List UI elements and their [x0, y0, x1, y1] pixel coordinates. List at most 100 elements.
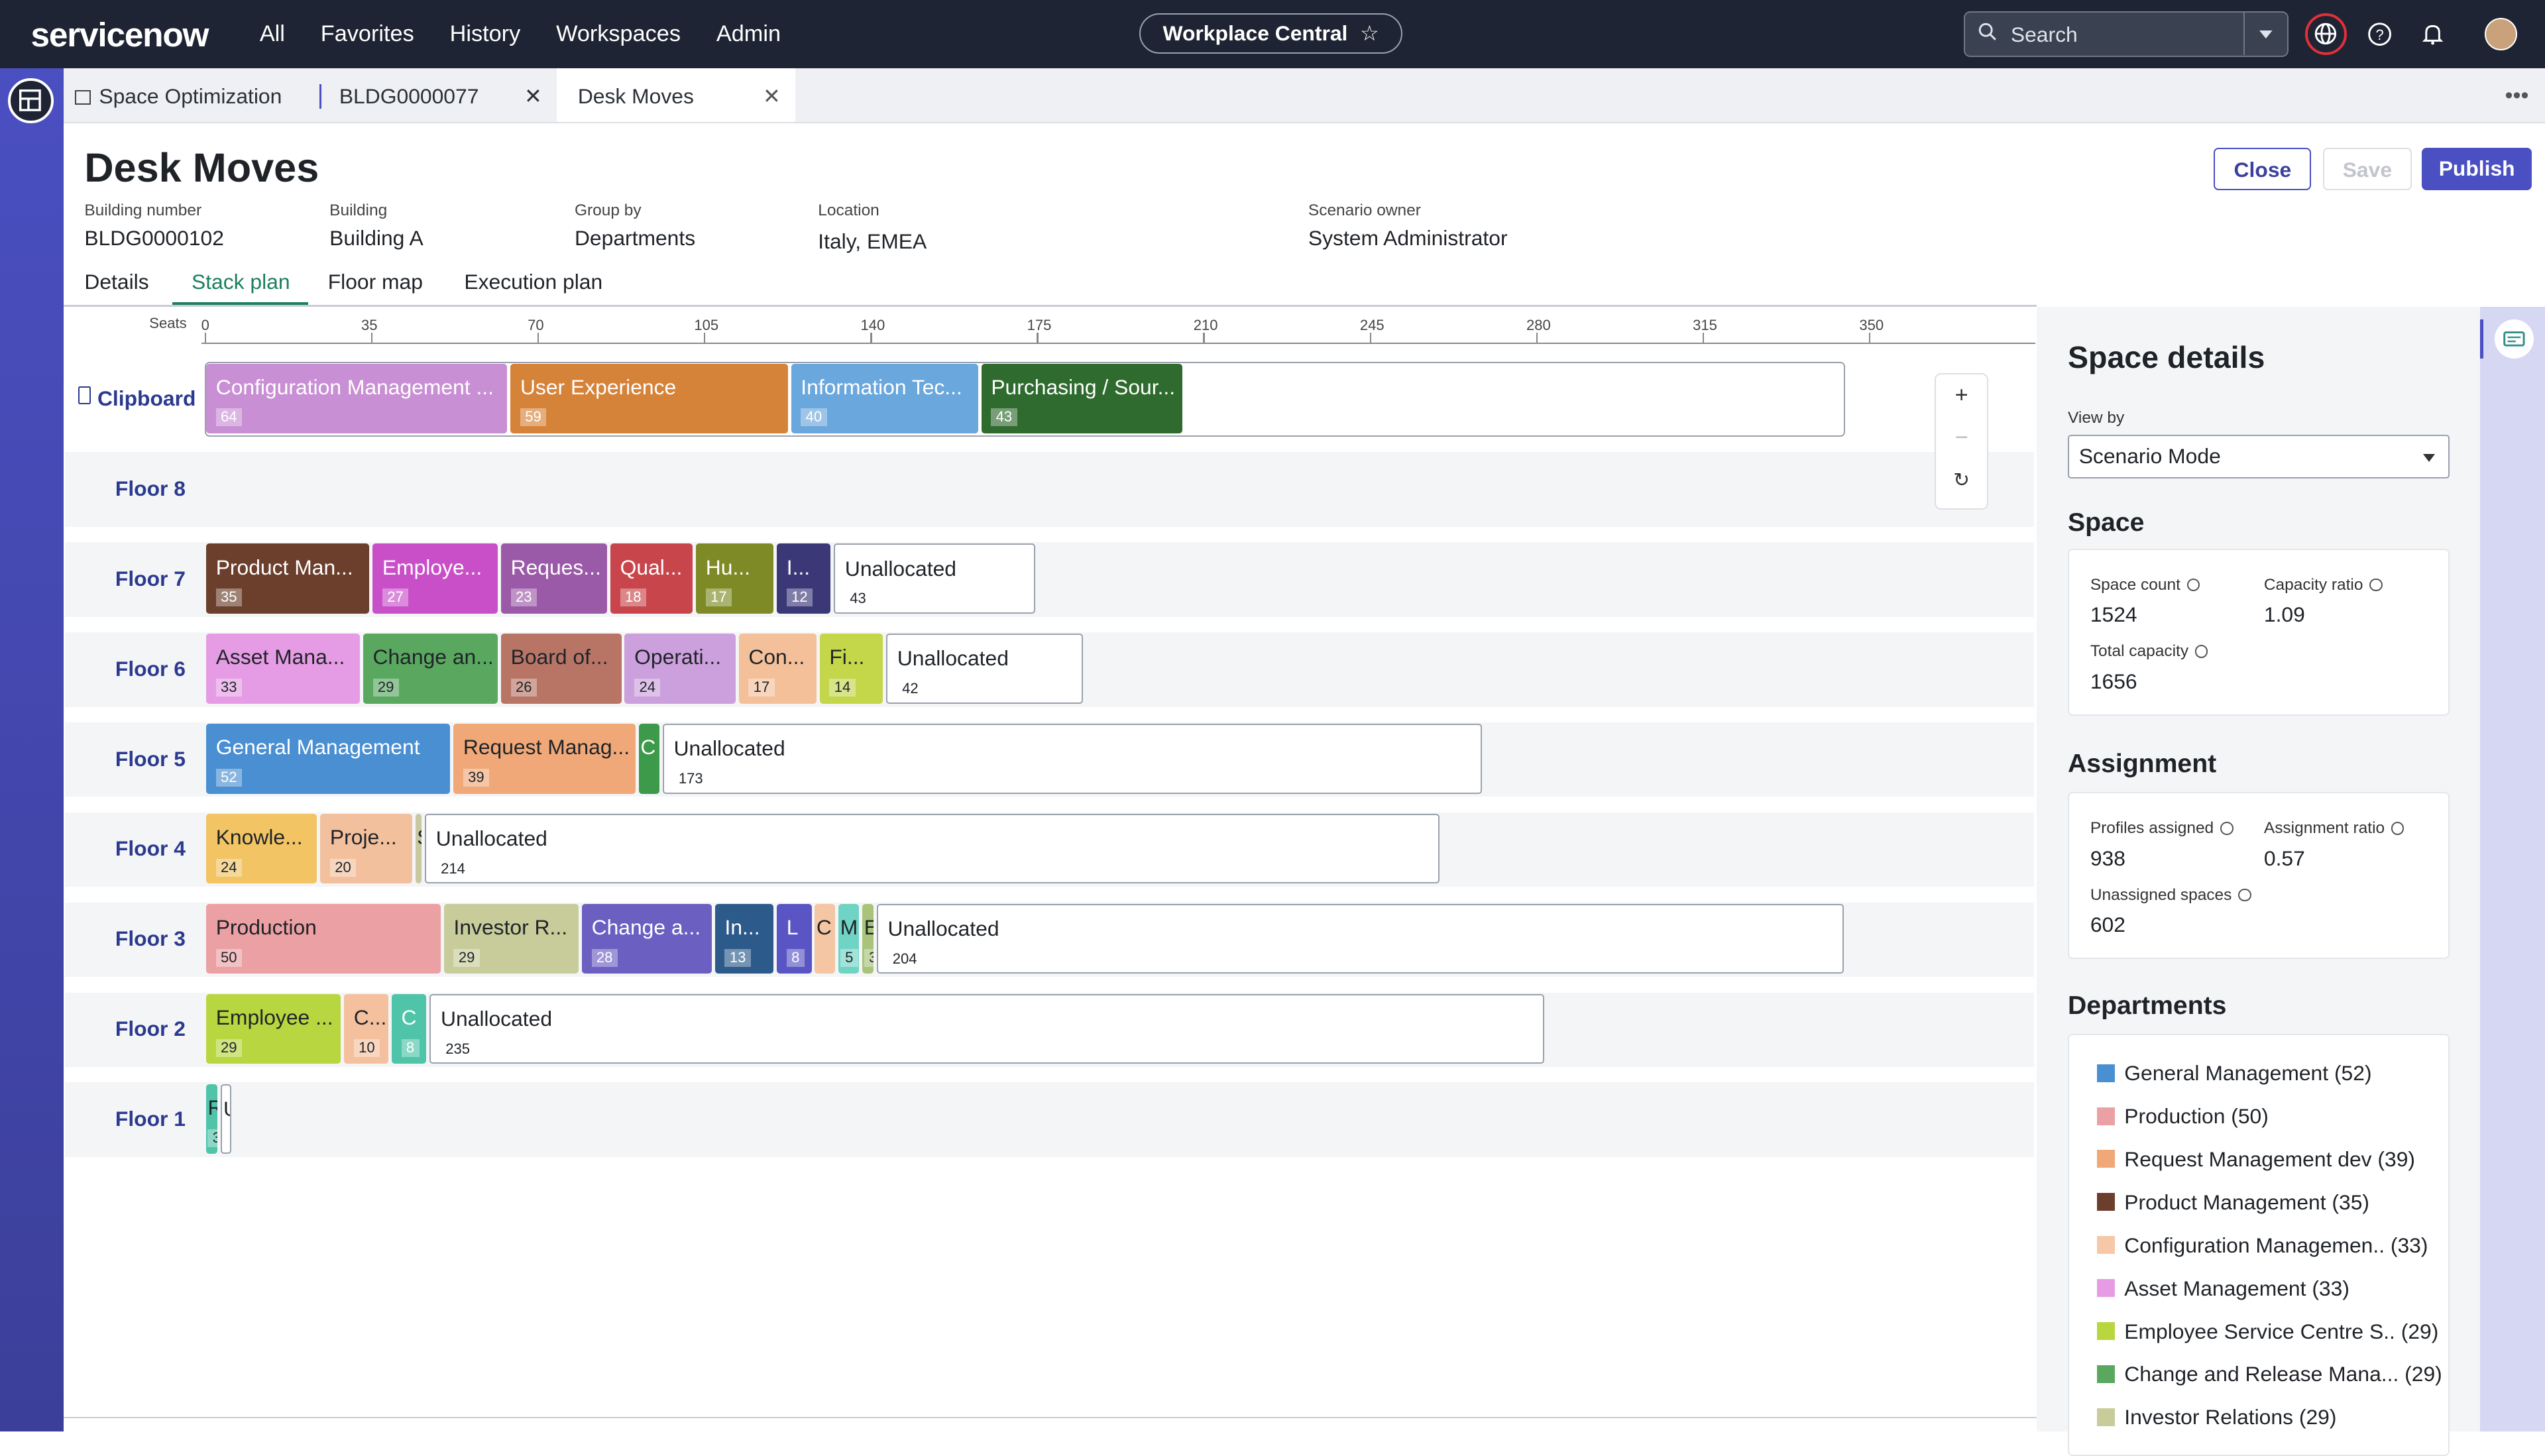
department-block[interactable]: Asset Mana...33 — [206, 634, 360, 703]
unallocated-block[interactable]: Unallocated43 — [834, 543, 1035, 613]
unallocated-block[interactable]: U — [221, 1084, 232, 1154]
block-name: M — [840, 915, 860, 940]
unallocated-block[interactable]: Unallocated42 — [886, 634, 1082, 703]
tab-floor-map[interactable]: Floor map — [328, 270, 423, 294]
department-block[interactable]: Board of...26 — [501, 634, 622, 703]
department-block[interactable]: I...12 — [777, 543, 830, 613]
department-block[interactable]: Operati...24 — [624, 634, 735, 703]
department-block[interactable]: Employee ...29 — [206, 994, 341, 1064]
department-legend-item[interactable]: Change and Release Mana... (29) — [2097, 1362, 2442, 1386]
department-block[interactable]: Purchasing / Sour...43 — [982, 364, 1183, 433]
department-label: Change and Release Mana... (29) — [2124, 1362, 2442, 1386]
view-by-select[interactable]: Scenario Mode — [2068, 435, 2450, 478]
department-legend-item[interactable]: Production (50) — [2097, 1104, 2269, 1129]
bell-icon[interactable] — [2420, 21, 2446, 47]
floor-label[interactable]: Floor 2 — [115, 1017, 186, 1041]
tab-details[interactable]: Details — [84, 270, 148, 294]
workspace-pill[interactable]: Workplace Central ☆ — [1139, 13, 1402, 54]
close-button[interactable]: Close — [2214, 148, 2311, 190]
servicenow-logo[interactable]: servicenow — [31, 15, 209, 54]
user-avatar[interactable] — [2485, 18, 2517, 50]
info-icon[interactable] — [2238, 889, 2251, 902]
department-legend-item[interactable]: Employee Service Centre S.. (29) — [2097, 1319, 2439, 1344]
publish-button[interactable]: Publish — [2422, 148, 2532, 190]
info-icon[interactable] — [2187, 579, 2200, 592]
zoom-out-button[interactable]: − — [1936, 417, 1987, 459]
floor-label[interactable]: Floor 4 — [115, 836, 186, 861]
department-block[interactable]: C8 — [392, 994, 427, 1064]
department-block[interactable]: General Management52 — [206, 724, 450, 793]
search-scope-dropdown[interactable] — [2243, 13, 2287, 55]
department-block[interactable]: Change a...28 — [582, 904, 712, 974]
floor-label[interactable]: Floor 8 — [115, 476, 186, 501]
department-block[interactable]: Reques...23 — [501, 543, 607, 613]
details-panel-icon[interactable] — [2495, 319, 2534, 359]
department-block[interactable]: E3 — [862, 904, 874, 974]
floor-label[interactable]: Floor 3 — [115, 926, 186, 951]
department-block[interactable]: C...10 — [344, 994, 388, 1064]
zoom-in-button[interactable]: + — [1936, 374, 1987, 417]
star-icon[interactable]: ☆ — [1360, 21, 1379, 45]
menu-workspaces[interactable]: Workspaces — [556, 21, 681, 47]
department-block[interactable]: Proje...20 — [320, 814, 412, 883]
department-block[interactable]: Request Manag...39 — [453, 724, 636, 793]
reset-zoom-button[interactable]: ↻ — [1936, 459, 1987, 502]
department-block[interactable]: Qual...18 — [610, 543, 693, 613]
department-block[interactable]: S — [416, 814, 422, 883]
more-icon[interactable]: ••• — [2505, 83, 2529, 109]
department-block[interactable]: Information Tec...40 — [791, 364, 978, 433]
department-block[interactable]: Change an...29 — [363, 634, 498, 703]
department-block[interactable]: C — [639, 724, 659, 793]
department-block[interactable]: Knowle...24 — [206, 814, 317, 883]
close-icon[interactable]: ✕ — [763, 68, 781, 125]
unallocated-block[interactable]: Unallocated204 — [877, 904, 1844, 974]
department-legend-item[interactable]: Asset Management (33) — [2097, 1276, 2349, 1301]
department-block[interactable]: R3 — [206, 1084, 217, 1154]
floor-label[interactable]: Floor 1 — [115, 1107, 186, 1131]
department-legend-item[interactable]: Investor Relations (29) — [2097, 1405, 2337, 1429]
menu-favorites[interactable]: Favorites — [321, 21, 414, 47]
help-icon[interactable]: ? — [2367, 21, 2393, 47]
tab-execution-plan[interactable]: Execution plan — [464, 270, 602, 294]
floor-label[interactable]: Clipboard — [97, 386, 196, 411]
info-icon[interactable] — [2195, 645, 2208, 658]
department-block[interactable]: L8 — [777, 904, 812, 974]
floor-label[interactable]: Floor 7 — [115, 567, 186, 591]
info-icon[interactable] — [2369, 579, 2383, 592]
tab-bldg[interactable]: BLDG0000077 — [339, 68, 550, 122]
globe-icon[interactable] — [2305, 13, 2347, 56]
department-block[interactable]: Hu...17 — [696, 543, 773, 613]
floor-label[interactable]: Floor 6 — [115, 657, 186, 681]
department-legend-item[interactable]: Configuration Managemen.. (33) — [2097, 1233, 2428, 1258]
workspace-home-icon[interactable] — [8, 78, 54, 124]
floor-label[interactable]: Floor 5 — [115, 747, 186, 771]
unallocated-block[interactable]: Unallocated235 — [429, 994, 1544, 1064]
department-legend-item[interactable]: Request Management dev (39) — [2097, 1147, 2415, 1172]
tab-stack-plan[interactable]: Stack plan — [192, 270, 290, 294]
department-block[interactable]: Product Man...35 — [206, 543, 369, 613]
info-icon[interactable] — [2391, 822, 2404, 835]
menu-history[interactable]: History — [450, 21, 521, 47]
menu-all[interactable]: All — [260, 21, 285, 47]
department-legend-item[interactable]: General Management (52) — [2097, 1061, 2372, 1086]
close-icon[interactable]: ✕ — [524, 68, 542, 122]
info-icon[interactable] — [2220, 822, 2234, 835]
department-legend-item[interactable]: Product Management (35) — [2097, 1190, 2369, 1215]
save-button[interactable]: Save — [2323, 148, 2412, 190]
department-block[interactable]: Con...17 — [739, 634, 817, 703]
department-block[interactable]: In...13 — [715, 904, 773, 974]
unallocated-block[interactable]: Unallocated214 — [425, 814, 1440, 883]
menu-admin[interactable]: Admin — [716, 21, 781, 47]
department-block[interactable]: Production50 — [206, 904, 441, 974]
department-block[interactable]: M5 — [838, 904, 859, 974]
unallocated-block[interactable]: Unallocated173 — [663, 724, 1482, 793]
global-search[interactable]: Search — [1964, 11, 2289, 57]
department-block[interactable]: Configuration Management ...64 — [206, 364, 507, 433]
department-block[interactable]: Investor R...29 — [444, 904, 579, 974]
department-block[interactable]: User Experience59 — [510, 364, 787, 433]
department-block[interactable]: C — [815, 904, 835, 974]
tab-space-optimization[interactable]: Space Optimization — [75, 68, 318, 122]
tab-desk-moves[interactable]: Desk Moves ✕ — [557, 68, 795, 122]
department-block[interactable]: Fi...14 — [820, 634, 883, 703]
department-block[interactable]: Employe...27 — [372, 543, 498, 613]
